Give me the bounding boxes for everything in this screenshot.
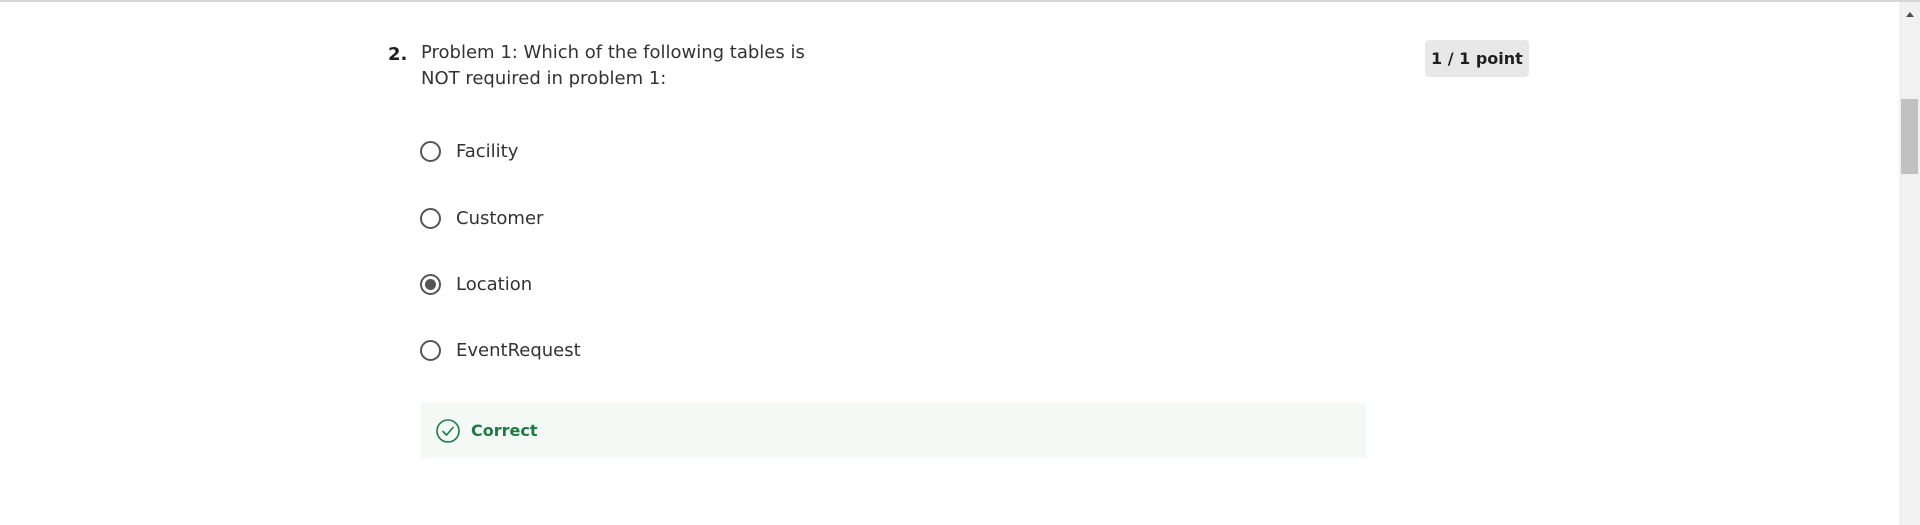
option-label: Location [456, 273, 533, 295]
vertical-scrollbar[interactable] [1899, 2, 1920, 525]
question-number: 2. [388, 44, 408, 65]
radio-button[interactable] [420, 339, 441, 361]
option-label: Customer [456, 207, 544, 229]
option-facility[interactable]: Facility [420, 136, 518, 166]
radio-button[interactable] [420, 207, 441, 229]
option-customer[interactable]: Customer [420, 203, 543, 233]
feedback-label: Correct [471, 421, 538, 440]
option-eventrequest[interactable]: EventRequest [420, 335, 581, 365]
question-text-line-1: Problem 1: Which of the following tables… [421, 42, 805, 63]
quiz-page: 2. Problem 1: Which of the following tab… [0, 0, 1920, 525]
radio-button[interactable] [420, 140, 441, 162]
question-text: Problem 1: Which of the following tables… [421, 40, 805, 92]
question-text-line-2: NOT required in problem 1: [421, 68, 667, 89]
feedback-panel: Correct [421, 403, 1366, 458]
scroll-up-arrow-icon[interactable] [1899, 6, 1920, 22]
scroll-thumb[interactable] [1901, 99, 1918, 174]
option-location[interactable]: Location [420, 269, 532, 299]
option-label: EventRequest [456, 339, 581, 361]
radio-button-selected[interactable] [420, 273, 441, 295]
radio-selected-dot [425, 278, 436, 290]
points-badge: 1 / 1 point [1425, 40, 1529, 77]
option-label: Facility [456, 140, 519, 162]
check-circle-icon [435, 418, 461, 444]
